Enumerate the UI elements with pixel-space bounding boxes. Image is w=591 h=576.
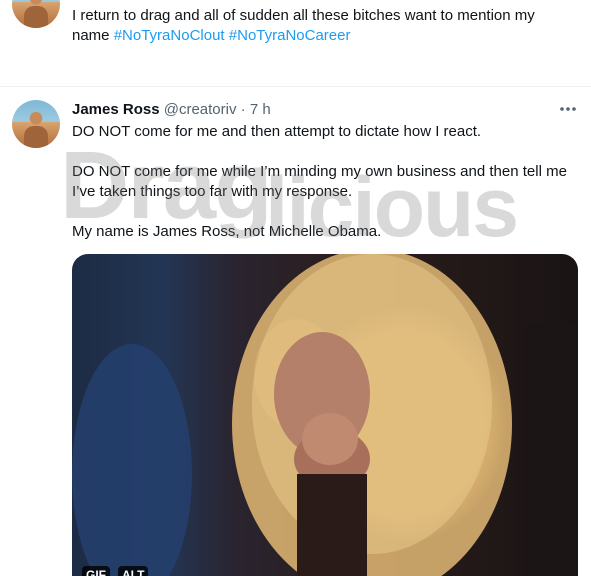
gif-image [72, 254, 578, 576]
tweet-paragraph: My name is James Ross, not Michelle Obam… [72, 223, 382, 240]
avatar[interactable] [12, 100, 60, 148]
tweet-text: I return to drag and all of sudden all t… [72, 6, 572, 46]
separator: · [240, 101, 246, 118]
more-horizontal-icon[interactable] [556, 99, 580, 121]
display-name[interactable]: James Ross [72, 101, 160, 118]
tweet-paragraph: DO NOT come for me while I’m minding my … [72, 163, 567, 200]
hashtag-link[interactable]: #NoTyraNoClout [114, 27, 225, 44]
user-handle[interactable]: @creatoriv [164, 101, 237, 118]
hashtag-link[interactable]: #NoTyraNoCareer [229, 27, 351, 44]
alt-text-button[interactable]: ALT [118, 566, 149, 576]
divider [0, 86, 591, 87]
more-horizontal-icon-svg [560, 107, 576, 111]
avatar[interactable] [12, 0, 60, 28]
tweet-paragraph: DO NOT come for me and then attempt to d… [72, 123, 482, 140]
timestamp[interactable]: 7 h [250, 101, 271, 118]
previous-tweet[interactable]: I return to drag and all of sudden all t… [0, 0, 591, 86]
gif-badge: GIF [82, 566, 110, 576]
tweet-header: James Ross @creatoriv · 7 h [72, 100, 271, 120]
tweet-media-gif[interactable]: GIF ALT [72, 254, 578, 576]
